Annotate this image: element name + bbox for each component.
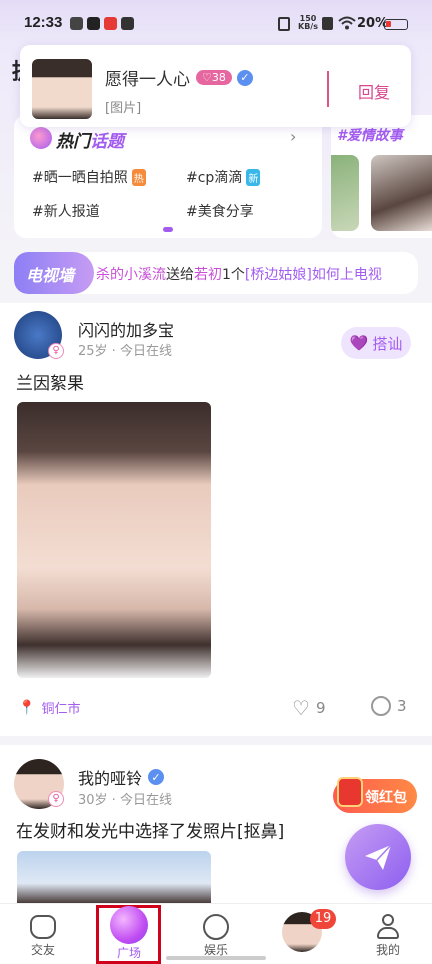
unread-badge: 19 bbox=[310, 909, 336, 929]
battery-icon bbox=[384, 19, 408, 30]
tv-wall-label: 电视墙 bbox=[26, 266, 75, 285]
chat-up-label: 搭讪 bbox=[372, 334, 403, 353]
marquee-receiver: 若初 bbox=[194, 267, 222, 283]
author-name[interactable]: 闪闪的加多宝 bbox=[78, 317, 174, 341]
marquee-sender: 小溪流 bbox=[124, 267, 166, 283]
nosim-icon bbox=[322, 17, 333, 30]
play-icon bbox=[87, 17, 100, 30]
page-indicator bbox=[163, 227, 173, 232]
post-text: 在发财和发光中选择了发照片[抠鼻] bbox=[16, 822, 285, 842]
hot-topics-title-part1: 热门 bbox=[56, 132, 90, 152]
gender-icon: ♀ bbox=[48, 343, 64, 359]
reply-button[interactable]: 回复 bbox=[358, 79, 390, 103]
location-pin-icon: 📍 bbox=[18, 699, 36, 716]
sender-row: 愿得一人心 ♡38 ✓ bbox=[105, 65, 253, 90]
net-speed-unit: KB/s bbox=[298, 22, 318, 31]
story-image-1 bbox=[331, 155, 359, 231]
author-name: 我的哑铃 bbox=[78, 769, 143, 788]
level-badge: ♡38 bbox=[196, 70, 232, 85]
author-row[interactable]: 我的哑铃 ✓ bbox=[78, 765, 165, 789]
paper-plane-icon bbox=[365, 844, 392, 870]
nav-square[interactable]: 广场 bbox=[99, 906, 159, 961]
fire-icon bbox=[30, 127, 52, 149]
entertainment-icon bbox=[203, 914, 229, 940]
nav-friends[interactable]: 交友 bbox=[13, 912, 73, 958]
author-meta: 30岁 · 今日在线 bbox=[78, 793, 172, 808]
verified-icon: ✓ bbox=[236, 69, 253, 86]
heart-icon: 💜 bbox=[349, 334, 369, 352]
comment-count: 3 bbox=[397, 697, 407, 715]
home-indicator bbox=[166, 956, 266, 960]
marquee-text: 杀的 bbox=[96, 267, 124, 283]
author-meta: 25岁 · 今日在线 bbox=[78, 344, 172, 359]
new-badge: 新 bbox=[246, 168, 261, 186]
gender-icon: ♀ bbox=[48, 791, 64, 807]
marquee-gift: [桥边姑娘] bbox=[244, 267, 312, 283]
nav-me[interactable]: 我的 bbox=[358, 912, 418, 958]
nav-messages[interactable]: 19 bbox=[272, 909, 336, 952]
nav-label: 广场 bbox=[116, 946, 141, 960]
chat-up-button[interactable]: 💜 搭讪 bbox=[341, 327, 411, 359]
message-icon bbox=[121, 17, 134, 30]
square-icon bbox=[110, 906, 148, 944]
status-time: 12:33 bbox=[24, 14, 63, 31]
post-image[interactable] bbox=[17, 851, 211, 905]
hot-badge: 热 bbox=[131, 168, 146, 186]
app-icon-2 bbox=[104, 17, 117, 30]
sender-name: 愿得一人心 bbox=[105, 70, 190, 90]
like-count: 9 bbox=[315, 699, 326, 717]
hot-topics-title: 热门话题 bbox=[56, 127, 124, 152]
level-badge-value: 38 bbox=[211, 71, 226, 84]
post-image[interactable] bbox=[17, 402, 211, 678]
topic-item[interactable]: #晒一晒自拍照 热 bbox=[32, 167, 146, 187]
post-card[interactable]: ♀ 闪闪的加多宝 25岁 · 今日在线 💜 搭讪 兰因絮果 📍 铜仁市 ♡ 9 3 bbox=[0, 303, 432, 736]
love-story-card[interactable]: #爱情故事 bbox=[331, 115, 432, 238]
app-icon-1 bbox=[70, 17, 83, 30]
nav-label: 交友 bbox=[30, 943, 55, 957]
love-story-title: #爱情故事 bbox=[337, 128, 403, 144]
net-speed: 150 KB/s bbox=[298, 15, 318, 31]
nav-entertainment[interactable]: 娱乐 bbox=[186, 912, 246, 958]
status-bar: 12:33 150 KB/s 20% bbox=[0, 0, 432, 46]
chevron-right-icon[interactable]: › bbox=[290, 127, 296, 146]
message-preview: [图片] bbox=[105, 101, 142, 116]
like-button[interactable]: ♡ 9 bbox=[292, 696, 325, 720]
location-label: 铜仁市 bbox=[41, 702, 81, 717]
location-tag[interactable]: 📍 铜仁市 bbox=[18, 698, 81, 718]
red-packet-label: 领红包 bbox=[365, 790, 407, 806]
comment-button[interactable]: 3 bbox=[371, 696, 407, 716]
topic-item-label: #cp滴滴 bbox=[186, 170, 243, 186]
friends-icon bbox=[30, 915, 56, 939]
compose-button[interactable] bbox=[345, 824, 411, 890]
verified-icon: ✓ bbox=[148, 769, 165, 785]
red-packet-button[interactable]: 领红包 bbox=[333, 777, 417, 813]
wifi-icon bbox=[338, 16, 356, 30]
sender-avatar bbox=[32, 59, 92, 119]
story-image-2 bbox=[371, 155, 432, 231]
profile-icon bbox=[375, 914, 401, 940]
hot-topics-title-part2: 话题 bbox=[90, 132, 124, 152]
reply-divider bbox=[327, 71, 329, 107]
marquee-text: 1个 bbox=[222, 267, 245, 283]
topic-item-label: #晒一晒自拍照 bbox=[32, 170, 128, 186]
comment-icon bbox=[371, 696, 391, 716]
nav-label: 我的 bbox=[375, 943, 400, 957]
topic-item[interactable]: #美食分享 bbox=[186, 201, 254, 221]
tv-wall-banner[interactable]: 电视墙 杀的小溪流送给若初1个[桥边姑娘]如何上电视 bbox=[14, 252, 418, 294]
heart-outline-icon: ♡ bbox=[292, 696, 310, 720]
topic-item[interactable]: #新人报道 bbox=[32, 201, 100, 221]
marquee-text: 送给 bbox=[166, 267, 194, 283]
topic-item[interactable]: #cp滴滴 新 bbox=[186, 167, 261, 187]
hot-topics-card[interactable]: 热门话题 › #晒一晒自拍照 热 #cp滴滴 新 #新人报道 #美食分享 bbox=[14, 115, 322, 238]
post-text: 兰因絮果 bbox=[16, 374, 84, 394]
tv-wall-marquee: 杀的小溪流送给若初1个[桥边姑娘]如何上电视 bbox=[96, 264, 382, 284]
heart-icon: ♡ bbox=[202, 71, 212, 84]
vibrate-icon bbox=[278, 17, 290, 31]
marquee-text: 如何上电视 bbox=[311, 267, 382, 283]
red-packet-icon bbox=[337, 777, 363, 807]
message-notification[interactable]: 愿得一人心 ♡38 ✓ [图片] 回复 bbox=[20, 45, 411, 127]
